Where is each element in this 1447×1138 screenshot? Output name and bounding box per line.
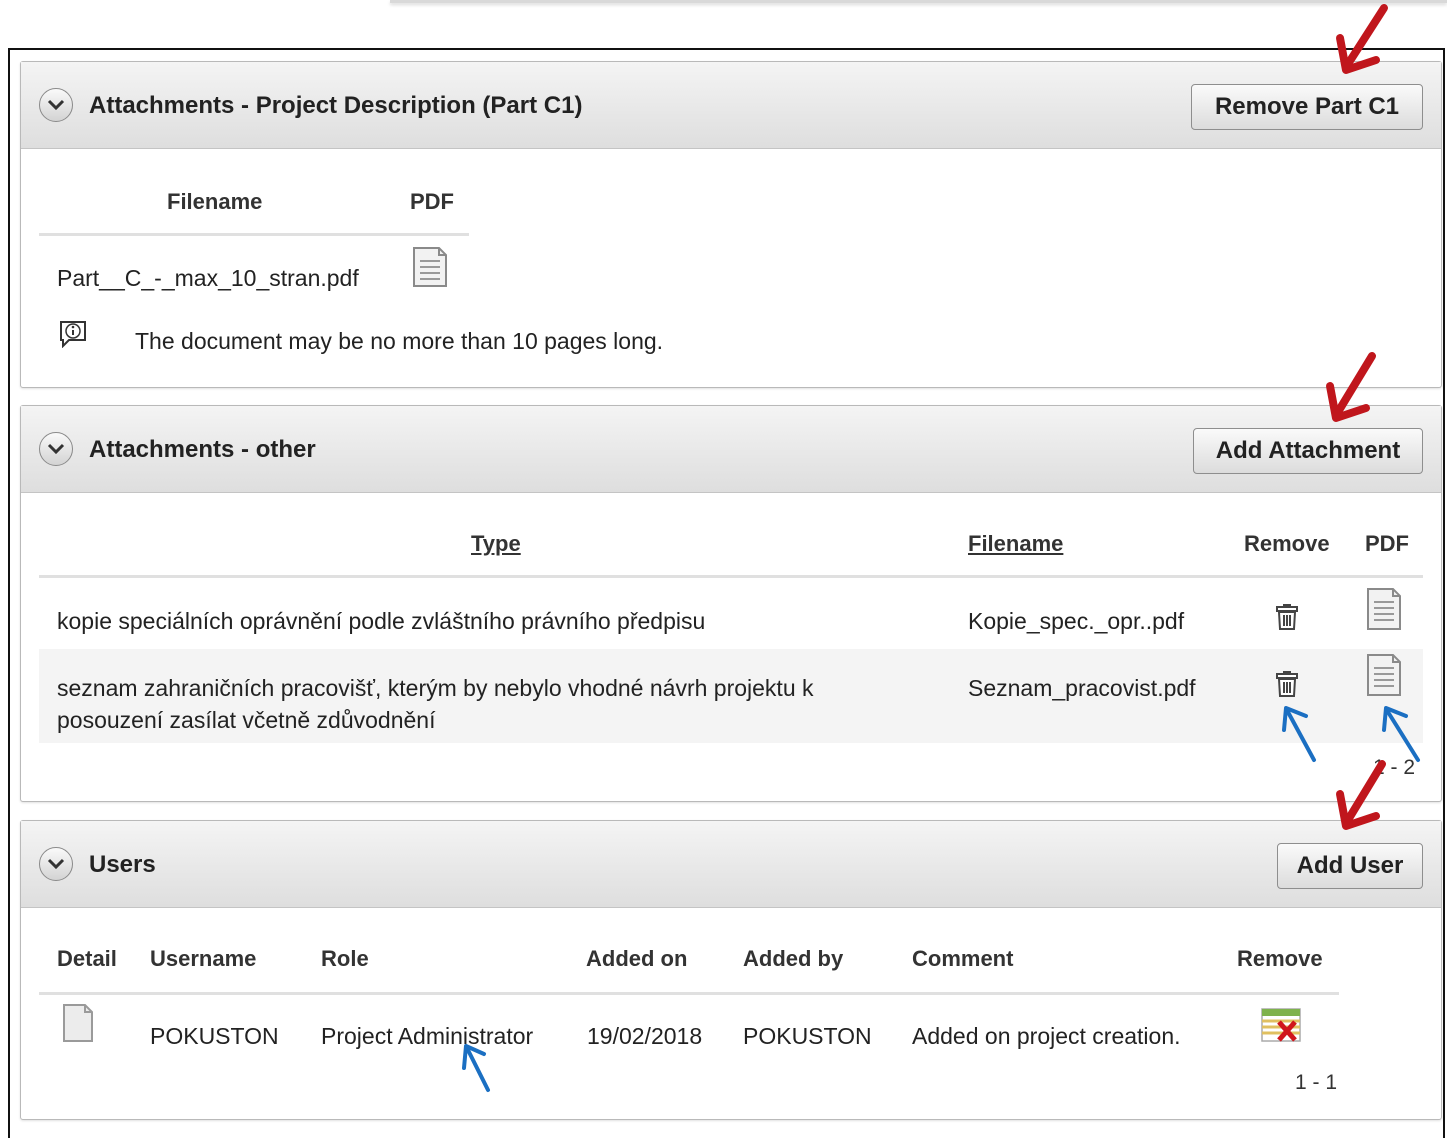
- collapse-chevron-icon[interactable]: [39, 432, 73, 466]
- panel-header: Users Add User: [21, 821, 1441, 908]
- type-cell-line1: seznam zahraničních pracovišť, kterým by…: [57, 675, 814, 701]
- trash-icon[interactable]: [1273, 603, 1301, 636]
- col-pdf: PDF: [1365, 531, 1409, 556]
- col-filename-sort-link[interactable]: Filename: [968, 531, 1063, 557]
- col-remove: Remove: [1244, 531, 1330, 556]
- col-comment: Comment: [912, 946, 1014, 971]
- remove-part-c1-button[interactable]: Remove Part C1: [1191, 84, 1423, 130]
- filename-cell: Kopie_spec._opr..pdf: [968, 608, 1185, 634]
- pdf-document-icon[interactable]: [1365, 653, 1403, 702]
- username-cell: POKUSTON: [150, 1023, 279, 1049]
- col-added-by: Added by: [743, 946, 844, 971]
- panel-other-attachments: Attachments - other Add Attachment Type …: [20, 405, 1442, 802]
- pdf-document-icon[interactable]: [411, 246, 449, 293]
- type-cell: kopie speciálních oprávnění podle zvlášt…: [57, 608, 706, 634]
- filename-cell: Seznam_pracovist.pdf: [968, 675, 1196, 701]
- trash-icon[interactable]: [1273, 670, 1301, 703]
- annotation-arrow-blue-2: [1382, 706, 1420, 762]
- add-user-button[interactable]: Add User: [1277, 843, 1423, 889]
- panel-part-c1: Attachments - Project Description (Part …: [20, 61, 1442, 388]
- pdf-document-icon[interactable]: [1365, 587, 1403, 636]
- annotation-arrow-red-1: [1336, 4, 1388, 74]
- info-icon: [57, 320, 89, 353]
- role-cell: Project Administrator: [321, 1023, 534, 1049]
- col-pdf: PDF: [410, 189, 454, 214]
- panel-title: Users: [89, 851, 156, 878]
- col-added-on: Added on: [586, 946, 688, 971]
- header-divider: [39, 992, 1339, 995]
- filename-cell: Part__C_-_max_10_stran.pdf: [57, 265, 359, 291]
- panel-title: Attachments - Project Description (Part …: [89, 92, 583, 119]
- top-bar-edge: [390, 0, 1447, 3]
- annotation-arrow-red-3: [1336, 760, 1386, 830]
- detail-document-icon[interactable]: [61, 1003, 95, 1048]
- annotation-arrow-blue-3: [462, 1044, 490, 1092]
- annotation-arrow-blue-1: [1282, 706, 1316, 762]
- panel-title: Attachments - other: [89, 436, 316, 463]
- collapse-chevron-icon[interactable]: [39, 847, 73, 881]
- panel-header: Attachments - other Add Attachment: [21, 406, 1441, 493]
- col-filename: Filename: [167, 189, 263, 214]
- panel-header: Attachments - Project Description (Part …: [21, 62, 1441, 149]
- panel-users: Users Add User Detail Username Role Adde…: [20, 820, 1442, 1120]
- info-text: The document may be no more than 10 page…: [135, 328, 664, 354]
- remove-user-icon[interactable]: [1261, 1007, 1303, 1050]
- type-cell-line2: posouzení zasílat včetně zdůvodnění: [57, 707, 436, 733]
- added-by-cell: POKUSTON: [743, 1023, 872, 1049]
- annotation-arrow-red-2: [1326, 352, 1376, 422]
- header-divider: [39, 233, 469, 236]
- col-remove: Remove: [1237, 946, 1323, 971]
- col-username: Username: [150, 946, 257, 971]
- col-detail: Detail: [57, 946, 117, 971]
- col-type-sort-link[interactable]: Type: [471, 531, 521, 557]
- collapse-chevron-icon[interactable]: [39, 88, 73, 122]
- col-role: Role: [321, 946, 369, 971]
- pagination-info: 1 - 1: [1295, 1071, 1338, 1094]
- comment-cell: Added on project creation.: [912, 1023, 1181, 1049]
- add-attachment-button[interactable]: Add Attachment: [1193, 428, 1423, 474]
- added-on-cell: 19/02/2018: [587, 1023, 703, 1049]
- header-divider: [39, 575, 1423, 578]
